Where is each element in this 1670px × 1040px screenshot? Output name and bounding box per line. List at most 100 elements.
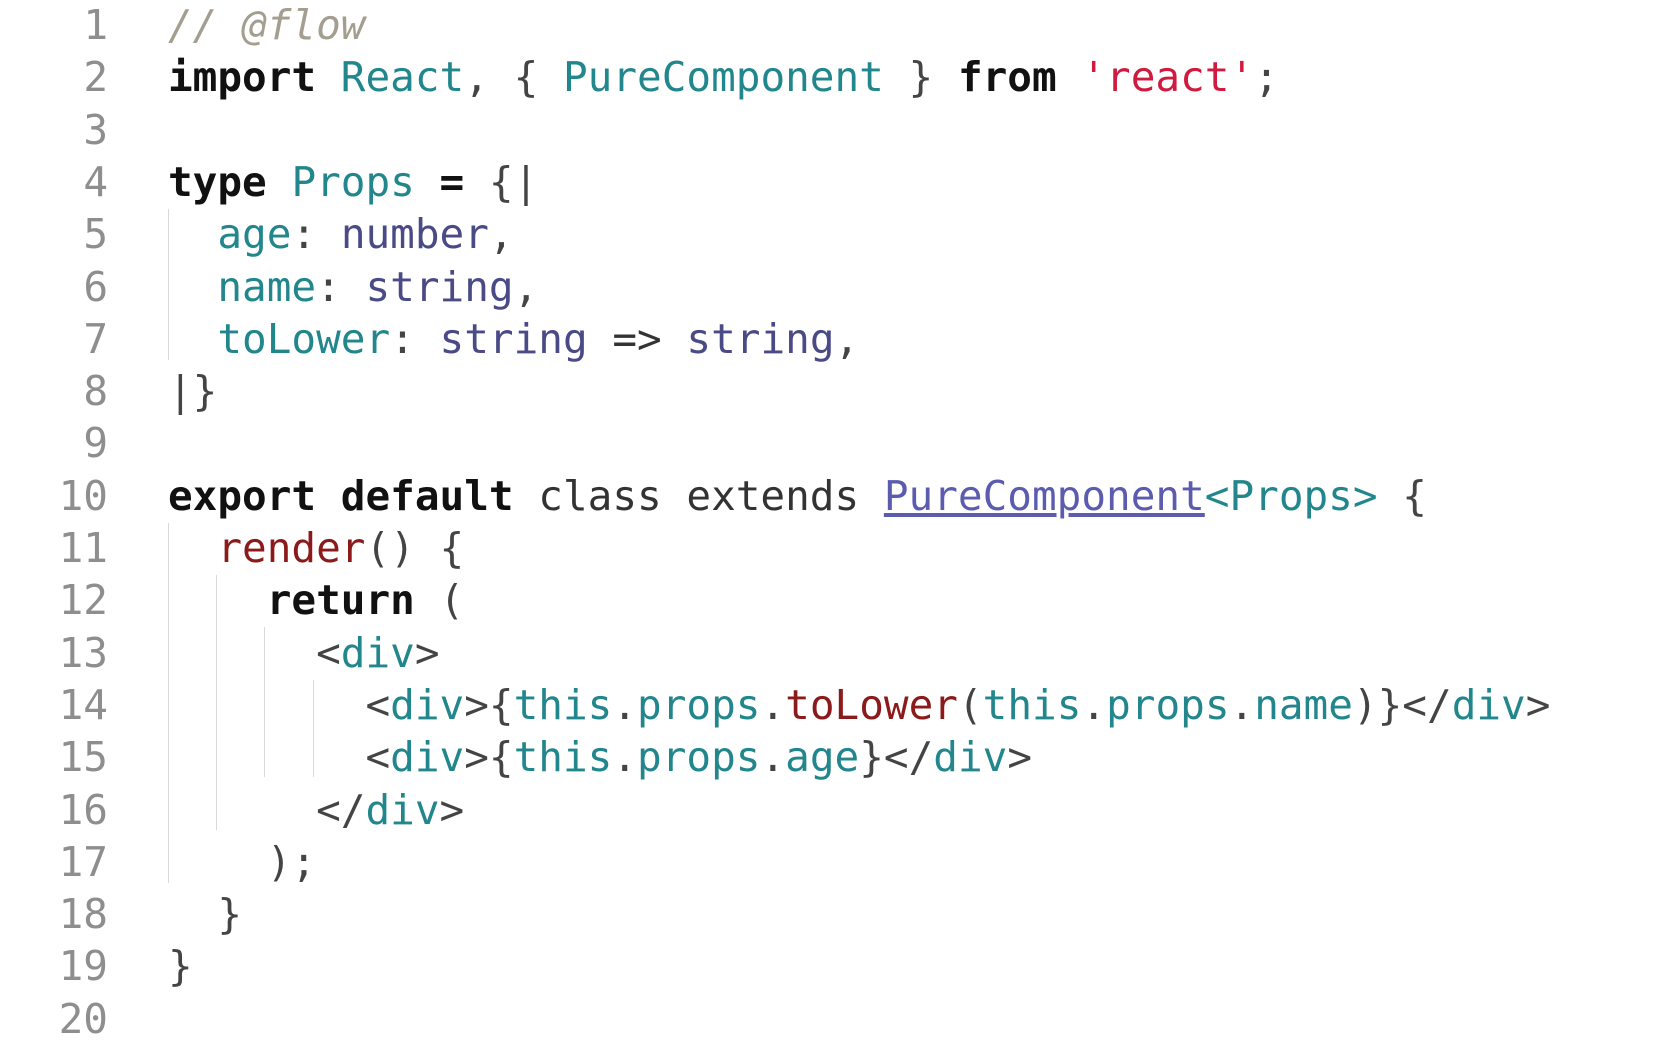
code-token: // @flow <box>168 1 366 49</box>
code-line[interactable]: 20 <box>0 993 1670 1040</box>
line-number: 12 <box>58 576 108 625</box>
code-text: toLower: string => string, <box>168 313 859 365</box>
line-number: 16 <box>58 785 108 834</box>
code-token: age <box>217 210 292 259</box>
code-token: () { <box>365 524 465 572</box>
code-token: export <box>168 471 317 520</box>
code-text: export default class extends PureCompone… <box>168 470 1427 522</box>
code-line[interactable]: 10 export default class extends PureCompo… <box>0 470 1670 522</box>
code-token: . <box>612 733 638 782</box>
code-line[interactable]: 19} <box>0 940 1670 992</box>
code-token: ( <box>957 680 983 729</box>
code-text: age: number, <box>168 208 513 260</box>
code-token: : <box>316 262 366 311</box>
code-token: . <box>760 733 786 782</box>
code-token: this <box>513 733 613 782</box>
code-text: import React, { PureComponent } from 're… <box>168 51 1279 103</box>
code-line[interactable]: 18 } <box>0 888 1670 940</box>
code-token: class extends <box>513 471 884 520</box>
code-text: <div> <box>168 627 440 679</box>
line-number: 14 <box>58 680 108 729</box>
code-line[interactable]: 11 render() { <box>0 522 1670 574</box>
code-token: , <box>834 314 860 363</box>
code-token: string <box>686 314 835 363</box>
line-number: 5 <box>83 210 108 259</box>
code-line[interactable]: 2 import React, { PureComponent } from 'r… <box>0 51 1670 103</box>
code-token: div <box>365 785 440 834</box>
code-token: toLower <box>785 680 958 729</box>
line-number: 13 <box>58 628 108 677</box>
line-number: 19 <box>58 942 108 991</box>
code-line[interactable]: 4 type Props = {| <box>0 156 1670 208</box>
code-line[interactable]: 5 age: number, <box>0 208 1670 260</box>
code-token: ( <box>414 576 465 625</box>
code-line[interactable]: 7 toLower: string => string, <box>0 313 1670 365</box>
code-line[interactable]: 13 <div> <box>0 627 1670 679</box>
code-line[interactable]: 3 <box>0 104 1670 156</box>
code-token[interactable]: PureComponent <box>884 472 1205 520</box>
code-line[interactable]: 1 // @flow <box>0 0 1670 51</box>
code-line[interactable]: 15 <div>{this.props.age}</div> <box>0 731 1670 783</box>
code-token: < <box>365 680 391 729</box>
code-token: ; <box>1254 53 1279 102</box>
code-token: div <box>933 733 1008 782</box>
code-token: this <box>982 680 1082 729</box>
line-number: 6 <box>83 262 108 311</box>
code-token: } <box>883 53 958 102</box>
code-editor[interactable]: 1 // @flow 2 import React, { PureComponent … <box>0 0 1670 1040</box>
code-token: > <box>439 785 465 834</box>
code-text: return ( <box>168 574 464 626</box>
code-token: <Props> <box>1204 471 1378 520</box>
code-text: <div>{this.props.toLower(this.props.name… <box>168 679 1550 731</box>
code-token: props <box>1106 680 1230 729</box>
line-number: 17 <box>58 837 108 886</box>
code-token: = <box>439 157 465 206</box>
code-token: |} <box>168 367 218 416</box>
code-text: // @flow <box>168 0 365 51</box>
code-token: }</ <box>859 733 934 782</box>
line-number: 7 <box>83 314 108 363</box>
line-number: 20 <box>58 994 108 1040</box>
line-number: 2 <box>83 53 108 102</box>
code-text: } <box>168 888 242 940</box>
code-token: ); <box>266 837 317 886</box>
code-token: >{ <box>464 680 514 729</box>
code-token: : <box>390 314 440 363</box>
code-token: name <box>1254 680 1353 729</box>
code-token: number <box>340 210 489 259</box>
code-token: React <box>340 53 465 102</box>
code-token: render <box>217 524 366 572</box>
code-text: render() { <box>168 522 464 574</box>
code-token: >{ <box>464 733 514 782</box>
code-token: from <box>957 53 1057 102</box>
line-number: 11 <box>58 524 108 572</box>
code-token: > <box>414 628 440 677</box>
code-line[interactable]: 6 name: string, <box>0 261 1670 313</box>
code-token: props <box>637 680 761 729</box>
code-text: |} <box>168 365 217 417</box>
code-token: div <box>390 733 465 782</box>
code-line[interactable]: 8 |} <box>0 365 1670 417</box>
code-line[interactable]: 12 return ( <box>0 574 1670 626</box>
code-line[interactable]: 9 <box>0 417 1670 469</box>
code-line[interactable]: 17 ); <box>0 836 1670 888</box>
code-token: age <box>785 733 860 782</box>
code-text: </div> <box>168 784 464 836</box>
code-line[interactable]: 16 </div> <box>0 784 1670 836</box>
code-token: PureComponent <box>562 53 884 102</box>
code-line[interactable]: 14 <div>{this.props.toLower(this.props.n… <box>0 679 1670 731</box>
code-token: </ <box>316 785 366 834</box>
code-text: ); <box>168 836 316 888</box>
code-token: => <box>587 314 687 363</box>
